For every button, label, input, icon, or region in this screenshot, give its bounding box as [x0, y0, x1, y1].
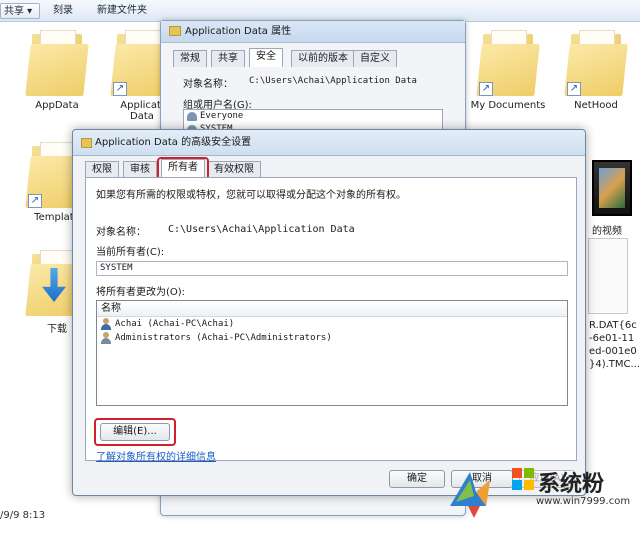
- object-name-label: 对象名称：: [96, 227, 146, 238]
- file-label: AppData: [35, 100, 79, 111]
- tab-auditing[interactable]: 审核: [123, 161, 157, 178]
- current-owner-label: 当前所有者(C):: [96, 247, 165, 258]
- object-name-label: 对象名称：: [183, 79, 233, 90]
- shortcut-arrow-icon: ↗: [28, 194, 42, 208]
- watermark-brand: 系统粉: [538, 472, 605, 497]
- tab-permissions[interactable]: 权限: [85, 161, 119, 178]
- user-icon: [101, 318, 111, 330]
- watermark-logo: 系统粉 www.win7999.com: [446, 462, 636, 538]
- user-group-icon: [187, 112, 197, 121]
- group-icon: [101, 332, 111, 344]
- dat-file-icon[interactable]: [588, 238, 628, 314]
- properties-dialog-title: Application Data 属性: [161, 21, 465, 43]
- current-owner-field: SYSTEM: [96, 261, 568, 276]
- share-menu-button[interactable]: 共享 ▾: [0, 3, 40, 19]
- advanced-security-dialog: Application Data 的高级安全设置 权限 审核 所有者 有效权限 …: [72, 129, 586, 496]
- file-appdata[interactable]: AppData: [15, 30, 99, 111]
- list-item[interactable]: Everyone: [184, 110, 442, 123]
- object-name-value: C:\Users\Achai\Application Data: [168, 224, 355, 235]
- folder-icon: ↗: [564, 30, 628, 96]
- owner-intro-text: 如果您有所需的权限或特权，您就可以取得或分配这个对象的所有权。: [96, 190, 406, 201]
- watermark-url: www.win7999.com: [536, 496, 631, 507]
- folder-icon: [169, 26, 181, 36]
- advanced-dialog-title: Application Data 的高级安全设置: [73, 130, 585, 156]
- file-label: NetHood: [574, 100, 618, 111]
- folder-icon: [25, 30, 89, 96]
- folder-icon: [81, 138, 92, 148]
- file-label: My Documents: [470, 100, 546, 111]
- bird-logo-icon: [450, 472, 490, 518]
- shortcut-arrow-icon: ↗: [479, 82, 493, 96]
- windows-logo-icon: [512, 468, 534, 490]
- new-folder-button[interactable]: 新建文件夹: [94, 3, 150, 19]
- burn-button[interactable]: 刻录: [50, 3, 76, 19]
- tab-customize[interactable]: 自定义: [353, 50, 397, 67]
- owner-panel: 如果您有所需的权限或特权，您就可以取得或分配这个对象的所有权。 对象名称： C:…: [85, 177, 577, 463]
- tab-effective-permissions[interactable]: 有效权限: [207, 161, 261, 178]
- learn-ownership-link[interactable]: 了解对象所有权的详细信息: [96, 448, 216, 463]
- status-date: /9/9 8:13: [0, 510, 46, 521]
- file-label-ntuser-1: R.DAT{6c: [589, 320, 637, 331]
- tab-security[interactable]: 安全: [249, 48, 283, 67]
- owner-name: Achai (Achai-PC\Achai): [115, 319, 235, 329]
- file-label-ntuser-3: ed-001e0: [589, 346, 637, 357]
- shortcut-arrow-icon: ↗: [567, 82, 581, 96]
- file-label-video: 的视频: [592, 226, 622, 237]
- file-label-ntuser-4: }4).TMC...: [589, 359, 640, 370]
- ok-button[interactable]: 确定: [389, 470, 445, 488]
- object-name-value: C:\Users\Achai\Application Data: [249, 76, 417, 86]
- file-label-ntuser-2: -6e01-11: [589, 333, 635, 344]
- change-owner-label: 将所有者更改为(O):: [96, 287, 186, 298]
- user-name: Everyone: [200, 111, 244, 121]
- shortcut-arrow-icon: ↗: [113, 82, 127, 96]
- video-folder-icon[interactable]: [592, 160, 632, 216]
- list-item[interactable]: Administrators (Achai-PC\Administrators): [97, 331, 567, 345]
- tab-sharing[interactable]: 共享: [211, 50, 245, 67]
- owner-list[interactable]: 名称 Achai (Achai-PC\Achai) Administrators…: [96, 300, 568, 406]
- list-header-name[interactable]: 名称: [97, 301, 567, 317]
- tab-previous-versions[interactable]: 以前的版本: [291, 50, 355, 67]
- file-my-documents[interactable]: ↗ My Documents: [466, 30, 550, 111]
- edit-button-highlight: [94, 418, 176, 446]
- owner-name: Administrators (Achai-PC\Administrators): [115, 333, 332, 343]
- folder-icon: ↗: [476, 30, 540, 96]
- tab-general[interactable]: 常规: [173, 50, 207, 67]
- explorer-toolbar: 共享 ▾ 刻录 新建文件夹: [0, 0, 640, 22]
- file-nethood[interactable]: ↗ NetHood: [554, 30, 638, 111]
- list-item[interactable]: Achai (Achai-PC\Achai): [97, 317, 567, 331]
